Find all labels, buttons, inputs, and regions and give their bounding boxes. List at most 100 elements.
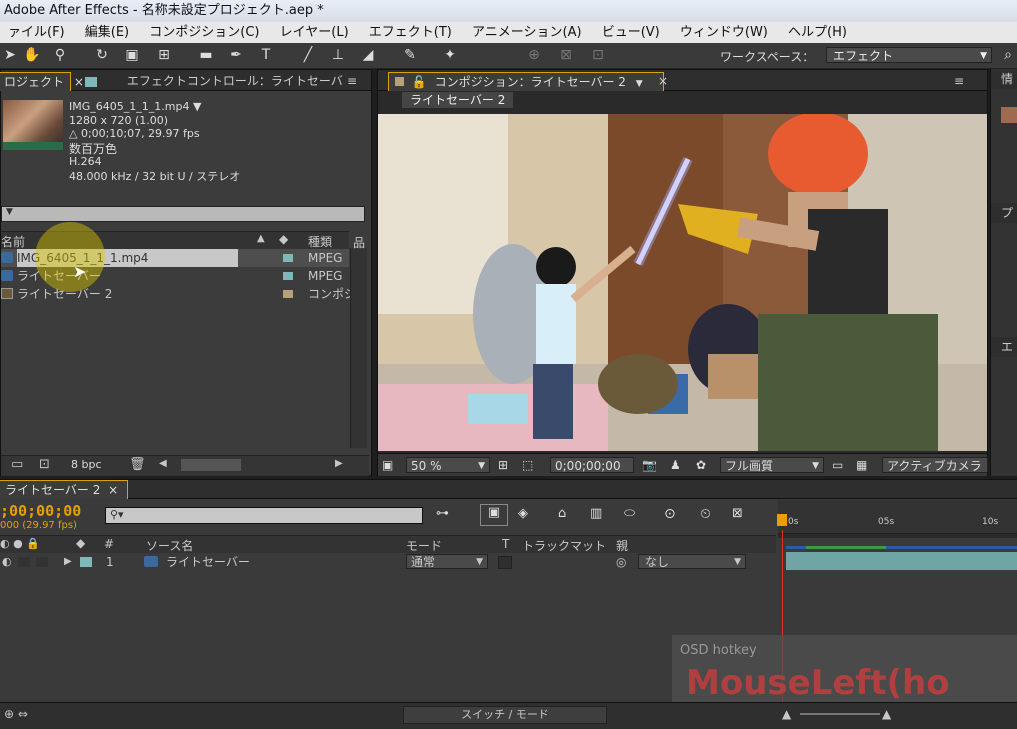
folder-icon[interactable]: ▭ [11, 457, 23, 472]
hand-tool-icon[interactable]: ✋ [22, 46, 42, 64]
label-color-swatch[interactable] [283, 272, 293, 280]
frame-blending-icon[interactable]: ⌂ [558, 506, 566, 521]
project-item[interactable]: ライトセーバー 2 コンポジ [1, 285, 356, 303]
eraser-tool-icon[interactable]: ◢ [358, 46, 378, 64]
comp-timecode[interactable]: 0;00;00;00 [550, 457, 634, 473]
timer-icon[interactable]: ⏲ [700, 506, 711, 522]
comp-name-tag[interactable]: ライトセーバー 2 [402, 92, 514, 108]
switch-mode-toggle[interactable]: スイッチ / モード [403, 706, 607, 724]
project-search-input[interactable]: ▼ [1, 206, 365, 222]
panel-menu-icon[interactable]: ≡ [954, 72, 964, 90]
label-tag-icon[interactable]: ◆ [279, 232, 288, 246]
text-tool-icon[interactable]: T [256, 46, 276, 64]
preserve-transparency-toggle[interactable] [498, 556, 512, 569]
search-help-icon[interactable]: ⌕ [998, 46, 1017, 64]
tab-project[interactable]: ロジェクト × [0, 72, 84, 91]
project-scrollbar[interactable] [350, 248, 367, 448]
timeline-timecode[interactable]: ;00;00;00 [0, 502, 81, 520]
tab-composition[interactable]: 🔓 コンポジション：ライトセーバー 2 ▼ [388, 72, 664, 91]
playhead-handle[interactable] [777, 514, 787, 526]
checkerboard-icon[interactable]: ▦ [856, 457, 867, 473]
scroll-right-icon[interactable]: ▶ [335, 458, 343, 469]
menu-view[interactable]: ビュー(V) [594, 22, 668, 43]
brush-tool-icon[interactable]: ╱ [298, 46, 318, 64]
camera-tool-icon[interactable]: ▣ [122, 46, 142, 64]
col-mode[interactable]: モード [406, 537, 442, 554]
render-queue-icon[interactable]: ⊠ [732, 506, 743, 521]
zoom-in-icon[interactable]: ▲ [882, 707, 891, 721]
info-tab[interactable]: 情 [991, 69, 1017, 89]
label-color-swatch[interactable] [283, 290, 293, 298]
view-axis-icon[interactable]: ⊡ [588, 46, 608, 64]
project-item[interactable]: IMG_6405_1_1_1.mp4 MPEG [1, 249, 349, 267]
transparency-grid-icon[interactable]: ⬚ [522, 457, 533, 473]
menu-edit[interactable]: 編集(E) [77, 22, 137, 43]
project-item[interactable]: ライトセーバー MPEG [1, 267, 349, 285]
clone-stamp-tool-icon[interactable]: ⊥ [328, 46, 348, 64]
tab-effect-controls[interactable]: エフェクトコントロール：ライトセーバ [79, 72, 361, 90]
expand-arrow-icon[interactable]: ▶ [64, 553, 72, 571]
label-color-swatch[interactable] [283, 254, 293, 262]
sort-up-icon[interactable]: ▲ [257, 233, 265, 244]
preview-tab[interactable]: プ [991, 203, 1017, 223]
layer-duration-bar[interactable] [786, 552, 1017, 570]
zoom-select[interactable]: 50 % ▼ [406, 457, 490, 473]
effects-presets-tab[interactable]: エ [991, 337, 1017, 357]
world-axis-icon[interactable]: ⊠ [556, 46, 576, 64]
bit-depth-button[interactable]: 8 bpc [71, 458, 102, 471]
menu-animation[interactable]: アニメーション(A) [464, 22, 590, 43]
menu-help[interactable]: ヘルプ(H) [780, 22, 855, 43]
menu-file[interactable]: ァイル(F) [0, 22, 73, 43]
zoom-tool-icon[interactable]: ⚲ [50, 46, 70, 64]
region-of-interest-icon[interactable]: ⊞ [498, 457, 508, 473]
solo-toggle[interactable] [18, 557, 30, 567]
menu-window[interactable]: ウィンドウ(W) [672, 22, 776, 43]
work-area-bar[interactable] [778, 534, 1017, 538]
new-composition-icon[interactable]: ⊡ [39, 457, 50, 472]
blend-mode-select[interactable]: 通常 ▼ [406, 554, 488, 569]
trash-icon[interactable]: 🗑 [129, 457, 146, 472]
av-features-icons[interactable]: ◐ ● 🔒 [0, 537, 40, 550]
close-icon[interactable]: × [108, 483, 118, 497]
channel-icon[interactable]: ✿ [696, 457, 706, 473]
brainstorm-icon[interactable]: ⬭ [624, 506, 635, 521]
layer-switches-icon[interactable]: ⊕ ⇔ [4, 707, 28, 721]
panel-menu-icon[interactable]: ≡ [347, 72, 367, 90]
menu-composition[interactable]: コンポジション(C) [141, 22, 267, 43]
col-source-name[interactable]: ソース名 [146, 537, 193, 554]
label-tag-icon[interactable]: ◆ [76, 536, 85, 550]
lock-toggle[interactable] [36, 557, 48, 567]
layer-name[interactable]: ライトセーバー [166, 553, 250, 571]
shy-layers-icon[interactable]: ◈ [518, 506, 528, 521]
graph-editor-icon[interactable]: ⊙ [664, 506, 676, 522]
flowchart-icon[interactable]: 品 [353, 234, 365, 251]
menu-layer[interactable]: レイヤー(L) [272, 22, 357, 43]
lock-icon[interactable]: 🔓 [412, 75, 427, 89]
rotate-tool-icon[interactable]: ↻ [92, 46, 112, 64]
col-parent[interactable]: 親 [616, 537, 628, 554]
draft-3d-icon[interactable]: ▣ [480, 504, 508, 526]
time-ruler[interactable]: 0s 05s 10s [778, 500, 1017, 534]
roto-brush-tool-icon[interactable]: ✎ [400, 46, 420, 64]
scroll-left-icon[interactable]: ◀ [159, 458, 167, 469]
video-toggle-icon[interactable]: ◐ [2, 553, 12, 571]
grid-overlay-icon[interactable]: ▣ [382, 457, 393, 473]
composition-mini-flowchart-icon[interactable]: ⊶ [436, 506, 449, 521]
timeline-search-input[interactable]: ⚲▾ [105, 507, 423, 524]
snapshot-icon[interactable]: 📷 [642, 457, 657, 473]
pen-tool-icon[interactable]: ✒ [226, 46, 246, 64]
composition-viewer[interactable] [378, 114, 987, 451]
layer-label-swatch[interactable] [80, 557, 92, 567]
workspace-select[interactable]: エフェクト ▼ [826, 47, 992, 63]
axis-mode-icon[interactable]: ⊕ [524, 46, 544, 64]
footage-filename[interactable]: IMG_6405_1_1_1.mp4 ▼ [69, 100, 201, 113]
puppet-pin-tool-icon[interactable]: ✦ [440, 46, 460, 64]
camera-select[interactable]: アクティブカメラ [882, 457, 988, 473]
rectangle-tool-icon[interactable]: ▬ [196, 46, 216, 64]
zoom-slider[interactable] [800, 713, 880, 715]
horizontal-scroll-thumb[interactable] [181, 459, 241, 471]
col-trackmatte[interactable]: トラックマット [522, 537, 606, 554]
fast-preview-icon[interactable]: ▭ [832, 457, 843, 473]
show-snapshot-icon[interactable]: ♟ [670, 457, 681, 473]
zoom-out-icon[interactable]: ▲ [782, 707, 791, 721]
